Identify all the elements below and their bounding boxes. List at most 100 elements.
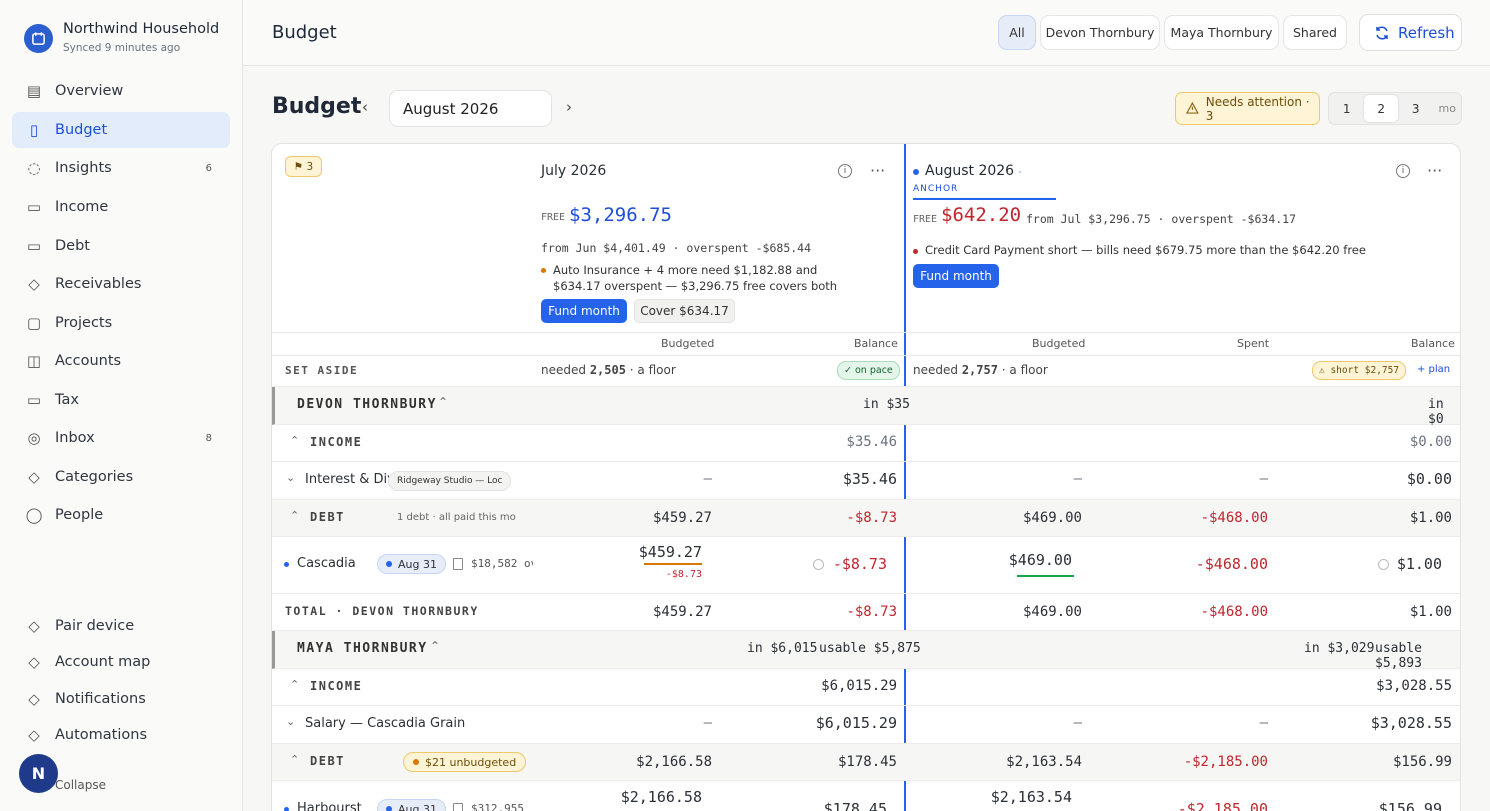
avatar[interactable]: N — [19, 754, 58, 793]
household-logo-icon[interactable] — [24, 24, 53, 53]
july-fund-month-button[interactable]: Fund month — [541, 299, 627, 323]
set-aside-label: SET ASIDE — [285, 364, 359, 377]
more-icon[interactable]: ··· — [870, 161, 885, 180]
sidebar-item-label: Overview — [55, 83, 124, 99]
collapse-button[interactable]: Collapse — [55, 778, 106, 792]
maya-income-row[interactable]: ⌃ INCOME $6,015.29 $3,028.55 — [272, 669, 1460, 706]
chevron-up-icon[interactable]: ⌃ — [290, 509, 299, 522]
devon-total-spent: -$468.00 — [1200, 604, 1268, 620]
harbour-r-budgeted[interactable]: $2,163.54 — [962, 788, 1072, 806]
flag-count-badge[interactable]: ⚑ 3 — [285, 156, 322, 177]
filter-shared[interactable]: Shared — [1283, 15, 1347, 50]
sidebar-item-categories[interactable]: ◇ Categories — [12, 459, 230, 495]
cascadia-r-budgeted[interactable]: $469.00 — [972, 551, 1072, 569]
info-icon[interactable]: i — [1396, 164, 1410, 178]
cascadia-row[interactable]: Cascadia Aug 31 $18,582 ov $459.27 -$8.7… — [272, 537, 1460, 594]
months-2[interactable]: 2 — [1364, 95, 1398, 122]
sidebar-item-projects[interactable]: ▢ Projects — [12, 305, 230, 341]
cascadia-date-pill[interactable]: Aug 31 — [377, 554, 446, 574]
sidebar-item-automations[interactable]: ◇ Automations — [12, 717, 230, 753]
sidebar-item-insights[interactable]: ◌ Insights 6 — [12, 150, 230, 186]
month-selector[interactable]: August 2026 — [389, 90, 552, 127]
maya-group-header[interactable]: MAYA THORNBURY ⌃ in $6,015 usable $5,875… — [272, 631, 1460, 671]
sidebar-item-debt[interactable]: ▭ Debt — [12, 228, 230, 264]
left-needed-amount: 2,505 — [589, 363, 626, 377]
chevron-down-icon[interactable]: ⌄ — [286, 715, 295, 728]
maya-in-right: in $3,029 — [1304, 641, 1375, 656]
salary-right[interactable]: $3,028.55 — [1347, 714, 1452, 732]
maya-debt-row[interactable]: ⌃ DEBT $21 unbudgeted $2,166.58 $178.45 … — [272, 744, 1460, 781]
sidebar-item-accounts[interactable]: ◫ Accounts — [12, 343, 230, 379]
page-title: Budget — [272, 94, 362, 119]
refresh-button[interactable]: Refresh — [1359, 14, 1462, 51]
salary-left[interactable]: $6,015.29 — [792, 714, 897, 732]
automations-icon: ◇ — [28, 726, 40, 744]
devon-income-left: $35.46 — [846, 434, 897, 450]
chevron-up-icon[interactable]: ⌃ — [430, 639, 440, 653]
chevron-up-icon[interactable]: ⌃ — [290, 434, 299, 447]
july-cover-button[interactable]: Cover $634.17 — [634, 299, 735, 323]
plan-link[interactable]: + plan — [1417, 364, 1450, 375]
document-icon[interactable] — [453, 558, 463, 570]
aug-title: August 2026 — [925, 163, 1015, 179]
prev-month-icon[interactable]: ‹ — [362, 98, 368, 116]
cascadia-budgeted[interactable]: $459.27 — [602, 543, 702, 561]
col-budgeted-right: Budgeted — [1032, 337, 1086, 350]
salary-row[interactable]: ⌄ Salary — Cascadia Grain — $6,015.29 — … — [272, 706, 1460, 744]
chevron-up-icon[interactable]: ⌃ — [290, 678, 299, 691]
filter-maya[interactable]: Maya Thornbury — [1164, 15, 1279, 50]
harbour-balance[interactable]: $178.45 — [777, 800, 887, 811]
sidebar-item-label: Tax — [55, 392, 79, 408]
info-icon[interactable]: i — [838, 164, 852, 178]
harbour-owed: $312,955 — [471, 802, 524, 811]
interest-row[interactable]: ⌄ Interest & Div Ridgeway Studio — Loc —… — [272, 462, 1460, 500]
filter-all[interactable]: All — [998, 15, 1036, 50]
filter-devon[interactable]: Devon Thornbury — [1040, 15, 1160, 50]
sidebar-item-tax[interactable]: ▭ Tax — [12, 382, 230, 418]
chevron-down-icon[interactable]: ⌄ — [286, 471, 295, 484]
sidebar-item-pair-device[interactable]: ◇ Pair device — [12, 608, 230, 644]
sidebar-item-inbox[interactable]: ◎ Inbox 8 — [12, 420, 230, 456]
devon-debt-row[interactable]: ⌃ DEBT 1 debt · all paid this mo $459.27… — [272, 500, 1460, 537]
sidebar-item-notifications[interactable]: ◇ Notifications — [12, 681, 230, 717]
months-unit: mo — [1438, 102, 1456, 115]
devon-total-budgeted: $459.27 — [652, 604, 712, 620]
months-3[interactable]: 3 — [1399, 95, 1432, 122]
harbour-row[interactable]: Harbourst Aug 31 $312,955 $2,166.58 $178… — [272, 781, 1460, 811]
salary-label: Salary — Cascadia Grain — [305, 716, 466, 731]
interest-right[interactable]: $0.00 — [1357, 470, 1452, 488]
sidebar-item-label: Receivables — [55, 276, 142, 292]
devon-income-row[interactable]: ⌃ INCOME $35.46 $0.00 — [272, 425, 1460, 462]
sidebar-item-people[interactable]: ◯ People — [12, 497, 230, 533]
interest-dash-2: — — [1073, 471, 1082, 487]
harbour-r-balance[interactable]: $156.99 — [1332, 800, 1442, 811]
chevron-up-icon[interactable]: ⌃ — [290, 753, 299, 766]
harbour-date-pill[interactable]: Aug 31 — [377, 799, 446, 811]
devon-group-header[interactable]: DEVON THORNBURY ⌃ in $35 in $0 — [272, 387, 1460, 427]
interest-left[interactable]: $35.46 — [802, 470, 897, 488]
maya-usable-right: usable $5,893 — [1375, 641, 1422, 671]
chevron-up-icon[interactable]: ⌃ — [438, 395, 448, 409]
cascadia-r-balance[interactable]: $1.00 — [1352, 555, 1442, 573]
more-icon[interactable]: ··· — [1427, 161, 1442, 180]
july-free-label: FREE — [541, 212, 566, 223]
interest-tag[interactable]: Ridgeway Studio — Loc — [388, 471, 512, 491]
unbudgeted-badge[interactable]: $21 unbudgeted — [403, 752, 527, 772]
sidebar-item-account-map[interactable]: ◇ Account map — [12, 644, 230, 680]
sidebar-item-overview[interactable]: ▤ Overview — [12, 73, 230, 109]
devon-debt-r-budgeted: $469.00 — [1022, 510, 1082, 526]
sidebar-item-receivables[interactable]: ◇ Receivables — [12, 266, 230, 302]
maya-income-left: $6,015.29 — [821, 678, 897, 694]
needs-attention-button[interactable]: Needs attention · 3 — [1175, 92, 1320, 125]
aug-free-amount: $642.20 — [941, 204, 1022, 226]
july-title: July 2026 — [541, 163, 607, 179]
harbour-budgeted[interactable]: $2,166.58 — [592, 788, 702, 806]
document-icon[interactable] — [453, 803, 463, 811]
aug-fund-month-button[interactable]: Fund month — [913, 264, 999, 288]
sidebar-item-budget[interactable]: ▯ Budget — [12, 112, 230, 148]
next-month-icon[interactable]: › — [566, 98, 572, 116]
sidebar-item-income[interactable]: ▭ Income — [12, 189, 230, 225]
sidebar-item-label: Income — [55, 199, 109, 215]
months-1[interactable]: 1 — [1330, 95, 1363, 122]
cascadia-balance[interactable]: -$8.73 — [797, 555, 887, 573]
